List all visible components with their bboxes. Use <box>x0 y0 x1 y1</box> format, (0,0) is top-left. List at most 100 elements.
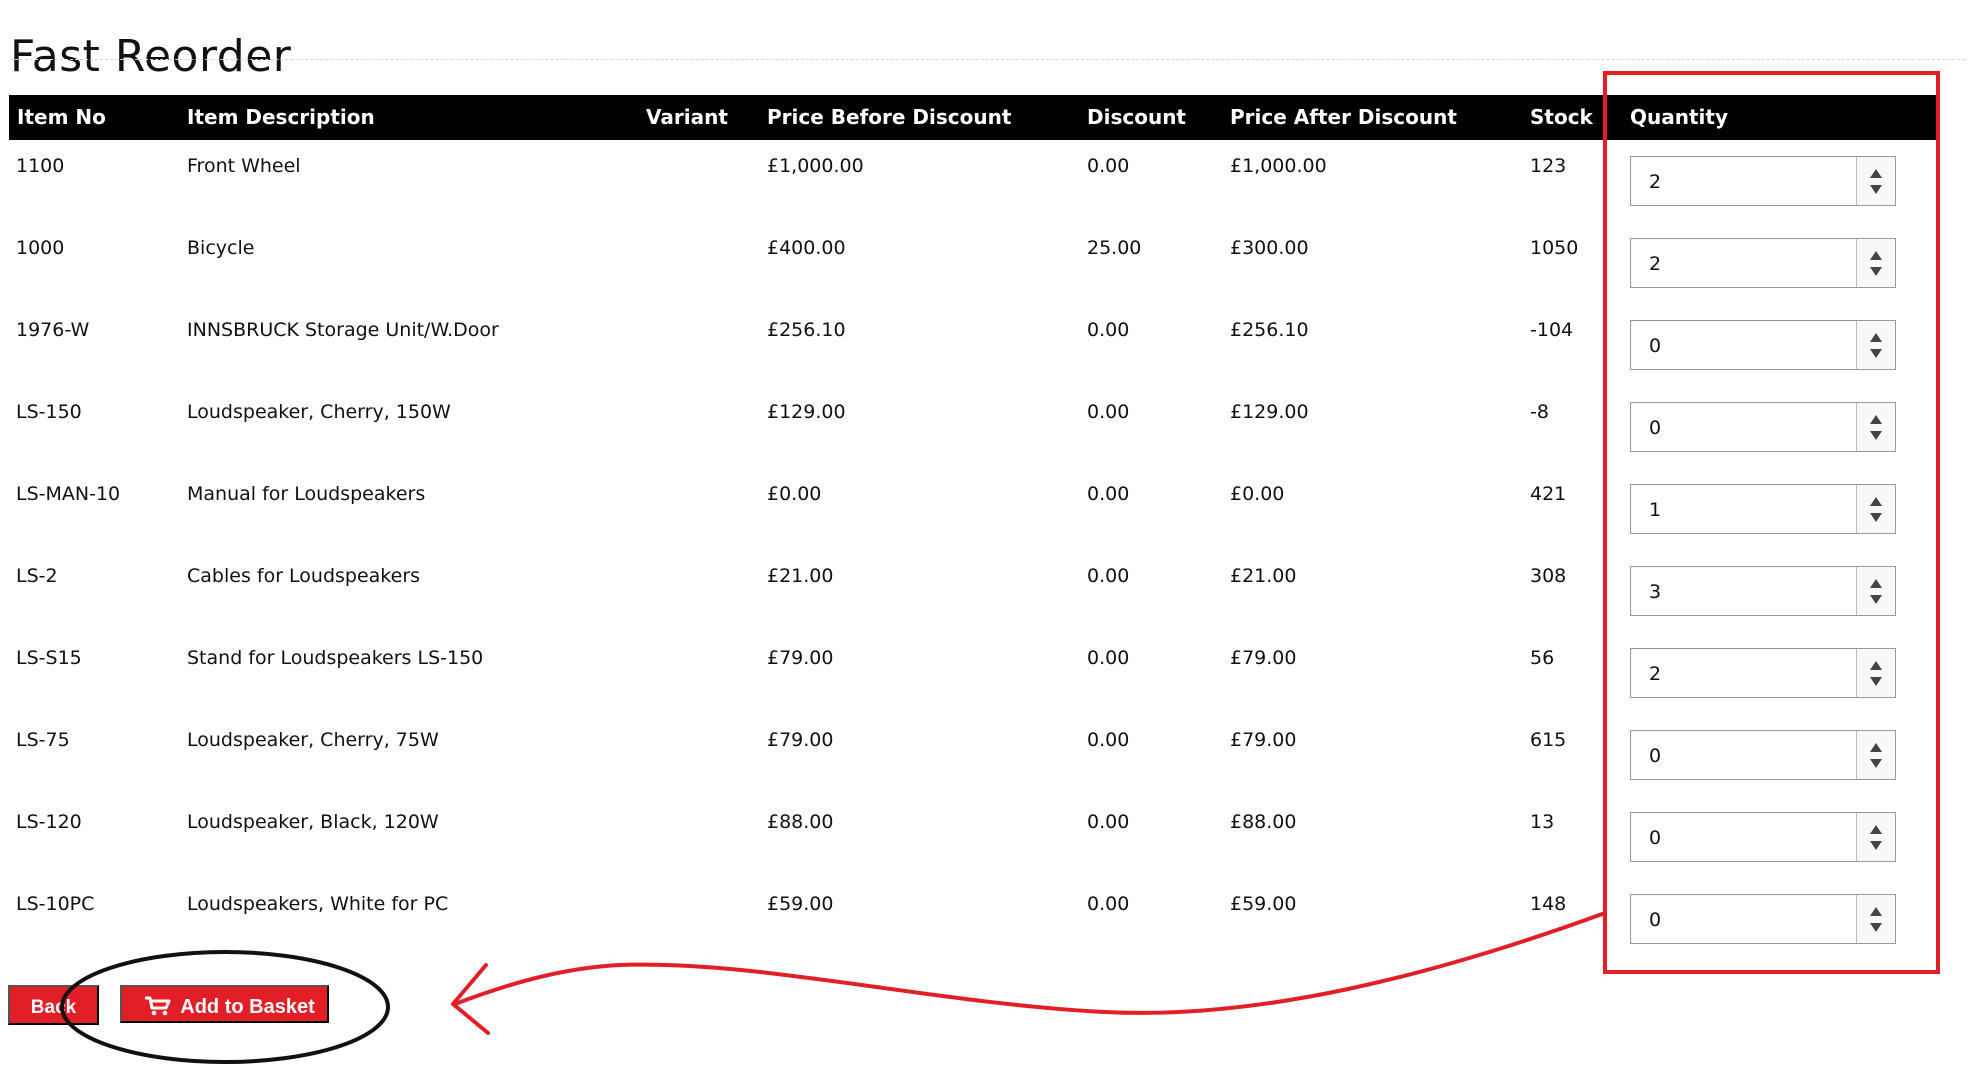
price-after-discount: £300.00 <box>1230 237 1309 259</box>
table-row: LS-10PC Loudspeakers, White for PC £59.0… <box>9 878 1938 960</box>
spinner-down-icon[interactable] <box>1870 677 1882 686</box>
price-before-discount: £0.00 <box>767 483 822 505</box>
item-number: LS-10PC <box>16 893 95 915</box>
table-row: LS-150 Loudspeaker, Cherry, 150W £129.00… <box>9 386 1938 468</box>
spinner-up-icon[interactable] <box>1870 333 1882 342</box>
item-number: LS-150 <box>16 401 82 423</box>
annotation-arrowhead <box>451 963 490 1035</box>
quantity-stepper[interactable]: 1 <box>1630 484 1896 534</box>
item-description: Stand for Loudspeakers LS-150 <box>187 647 484 669</box>
table-row: LS-75 Loudspeaker, Cherry, 75W £79.00 0.… <box>9 714 1938 796</box>
spinner-down-icon[interactable] <box>1870 349 1882 358</box>
spinner-up-icon[interactable] <box>1870 251 1882 260</box>
item-number: LS-75 <box>16 729 70 751</box>
spinner-up-icon[interactable] <box>1870 907 1882 916</box>
item-number: 1100 <box>16 155 65 177</box>
spinner-down-icon[interactable] <box>1870 759 1882 768</box>
spinner-up-icon[interactable] <box>1870 579 1882 588</box>
item-description: Bicycle <box>187 237 255 259</box>
spinner-up-icon[interactable] <box>1870 743 1882 752</box>
quantity-stepper[interactable]: 0 <box>1630 402 1896 452</box>
item-description: Loudspeaker, Cherry, 75W <box>187 729 439 751</box>
quantity-spinner[interactable] <box>1856 567 1895 615</box>
spinner-down-icon[interactable] <box>1870 185 1882 194</box>
stock-value: 56 <box>1530 647 1555 669</box>
price-after-discount: £21.00 <box>1230 565 1297 587</box>
quantity-stepper[interactable]: 3 <box>1630 566 1896 616</box>
spinner-up-icon[interactable] <box>1870 497 1882 506</box>
spinner-up-icon[interactable] <box>1870 169 1882 178</box>
quantity-spinner[interactable] <box>1856 649 1895 697</box>
add-to-basket-button[interactable]: Add to Basket <box>120 985 329 1023</box>
spinner-down-icon[interactable] <box>1870 513 1882 522</box>
table-row: LS-S15 Stand for Loudspeakers LS-150 £79… <box>9 632 1938 714</box>
discount-value: 0.00 <box>1087 319 1130 341</box>
price-before-discount: £79.00 <box>767 729 834 751</box>
price-before-discount: £59.00 <box>767 893 834 915</box>
item-description: INNSBRUCK Storage Unit/W.Door <box>187 319 499 341</box>
spinner-down-icon[interactable] <box>1870 841 1882 850</box>
spinner-up-icon[interactable] <box>1870 415 1882 424</box>
spinner-down-icon[interactable] <box>1870 431 1882 440</box>
quantity-spinner[interactable] <box>1856 403 1895 451</box>
quantity-input[interactable]: 0 <box>1649 908 1661 932</box>
quantity-input[interactable]: 2 <box>1649 252 1661 276</box>
table-row: LS-MAN-10 Manual for Loudspeakers £0.00 … <box>9 468 1938 550</box>
item-description: Loudspeakers, White for PC <box>187 893 449 915</box>
shopping-cart-icon <box>145 996 171 1016</box>
back-button[interactable]: Back <box>8 985 99 1025</box>
item-number: 1976-W <box>16 319 90 341</box>
quantity-stepper[interactable]: 0 <box>1630 812 1896 862</box>
quantity-spinner[interactable] <box>1856 321 1895 369</box>
quantity-input[interactable]: 0 <box>1649 744 1661 768</box>
quantity-stepper[interactable]: 2 <box>1630 238 1896 288</box>
spinner-up-icon[interactable] <box>1870 825 1882 834</box>
item-description: Loudspeaker, Cherry, 150W <box>187 401 451 423</box>
quantity-input[interactable]: 0 <box>1649 826 1661 850</box>
quantity-spinner[interactable] <box>1856 813 1895 861</box>
price-after-discount: £1,000.00 <box>1230 155 1327 177</box>
discount-value: 0.00 <box>1087 729 1130 751</box>
quantity-input[interactable]: 1 <box>1649 498 1661 522</box>
quantity-spinner[interactable] <box>1856 895 1895 943</box>
price-before-discount: £256.10 <box>767 319 846 341</box>
quantity-stepper[interactable]: 0 <box>1630 730 1896 780</box>
spinner-down-icon[interactable] <box>1870 923 1882 932</box>
quantity-stepper[interactable]: 2 <box>1630 156 1896 206</box>
quantity-input[interactable]: 2 <box>1649 170 1661 194</box>
quantity-stepper[interactable]: 2 <box>1630 648 1896 698</box>
quantity-spinner[interactable] <box>1856 239 1895 287</box>
quantity-stepper[interactable]: 0 <box>1630 320 1896 370</box>
spinner-down-icon[interactable] <box>1870 595 1882 604</box>
stock-value: 123 <box>1530 155 1567 177</box>
discount-value: 0.00 <box>1087 155 1130 177</box>
discount-value: 0.00 <box>1087 647 1130 669</box>
item-number: 1000 <box>16 237 65 259</box>
quantity-input[interactable]: 0 <box>1649 334 1661 358</box>
table-row: 1100 Front Wheel £1,000.00 0.00 £1,000.0… <box>9 140 1938 222</box>
spinner-down-icon[interactable] <box>1870 267 1882 276</box>
spinner-up-icon[interactable] <box>1870 661 1882 670</box>
price-before-discount: £21.00 <box>767 565 834 587</box>
page-title: Fast Reorder <box>10 31 292 83</box>
stock-value: 148 <box>1530 893 1567 915</box>
table-header: Item No Item Description Variant Price B… <box>9 95 1938 140</box>
table-row: 1976-W INNSBRUCK Storage Unit/W.Door £25… <box>9 304 1938 386</box>
quantity-stepper[interactable]: 0 <box>1630 894 1896 944</box>
quantity-input[interactable]: 0 <box>1649 416 1661 440</box>
quantity-input[interactable]: 2 <box>1649 662 1661 686</box>
price-after-discount-header: Price After Discount <box>1230 105 1457 129</box>
price-after-discount: £59.00 <box>1230 893 1297 915</box>
price-before-discount: £400.00 <box>767 237 846 259</box>
discount-value: 0.00 <box>1087 401 1130 423</box>
stock-value: 615 <box>1530 729 1567 751</box>
quantity-spinner[interactable] <box>1856 485 1895 533</box>
quantity-input[interactable]: 3 <box>1649 580 1661 604</box>
price-before-discount: £88.00 <box>767 811 834 833</box>
price-before-discount: £79.00 <box>767 647 834 669</box>
item-number: LS-120 <box>16 811 82 833</box>
quantity-spinner[interactable] <box>1856 731 1895 779</box>
discount-value: 0.00 <box>1087 811 1130 833</box>
quantity-spinner[interactable] <box>1856 157 1895 205</box>
stock-value: 1050 <box>1530 237 1579 259</box>
